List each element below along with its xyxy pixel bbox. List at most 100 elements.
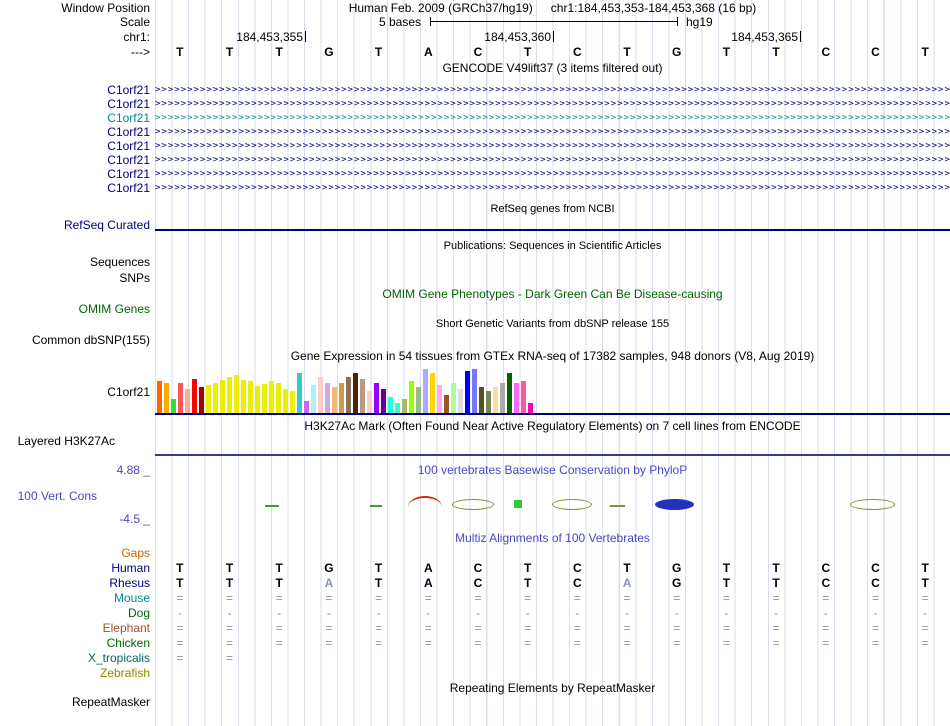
gtex-expression-bar bbox=[507, 373, 512, 413]
h3k27ac-track-label[interactable]: Layered H3K27Ac bbox=[0, 434, 115, 448]
species-label[interactable]: Zebrafish bbox=[0, 666, 150, 680]
alignment-cell: = bbox=[822, 591, 830, 605]
conservation-mark bbox=[514, 500, 522, 508]
snps-track-label[interactable]: SNPs bbox=[0, 271, 150, 285]
species-label[interactable]: Rhesus bbox=[0, 576, 150, 590]
gene-arrow-line[interactable]: >>>>>>>>>>>>>>>>>>>>>>>>>>>>>>>>>>>>>>>>… bbox=[155, 183, 950, 193]
phylop-track-label[interactable]: 100 Vert. Cons bbox=[0, 489, 97, 503]
alignment-cell: = bbox=[921, 621, 929, 635]
omim-track-title[interactable]: OMIM Gene Phenotypes - Dark Green Can Be… bbox=[155, 287, 950, 301]
refseq-track-title[interactable]: RefSeq genes from NCBI bbox=[155, 203, 950, 215]
gene-label[interactable]: C1orf21 bbox=[0, 125, 150, 139]
alignment-cell: - bbox=[823, 606, 828, 620]
alignment-cell: A bbox=[622, 576, 632, 590]
alignment-cell: = bbox=[822, 621, 830, 635]
species-label[interactable]: X_tropicalis bbox=[0, 651, 150, 665]
h3k27ac-signal-line[interactable] bbox=[155, 454, 950, 456]
species-label[interactable]: Chicken bbox=[0, 636, 150, 650]
alignment-cell: = bbox=[573, 621, 581, 635]
gtex-expression-bar bbox=[332, 387, 337, 413]
alignment-cell: = bbox=[871, 621, 879, 635]
gtex-expression-bar bbox=[276, 383, 281, 413]
dbsnp-track-label[interactable]: Common dbSNP(155) bbox=[0, 333, 150, 347]
gene-arrow-line[interactable]: >>>>>>>>>>>>>>>>>>>>>>>>>>>>>>>>>>>>>>>>… bbox=[155, 127, 950, 137]
gtex-expression-bar bbox=[283, 389, 288, 413]
sequences-track-label[interactable]: Sequences bbox=[0, 255, 150, 269]
gtex-expression-bar bbox=[472, 369, 477, 413]
gtex-expression-bar bbox=[241, 380, 246, 413]
alignment-cell: - bbox=[177, 606, 182, 620]
alignment-cell: = bbox=[871, 636, 879, 650]
alignment-cell: = bbox=[176, 621, 184, 635]
alignment-cell: = bbox=[623, 591, 631, 605]
gtex-track-title[interactable]: Gene Expression in 54 tissues from GTEx … bbox=[155, 349, 950, 363]
alignment-cell: = bbox=[673, 591, 681, 605]
gtex-expression-bar bbox=[234, 375, 239, 413]
alignment-cell: = bbox=[871, 591, 879, 605]
alignment-cell: C bbox=[473, 561, 483, 575]
publications-track-title[interactable]: Publications: Sequences in Scientific Ar… bbox=[155, 240, 950, 252]
coordinate-tick bbox=[553, 31, 554, 42]
gene-label[interactable]: C1orf21 bbox=[0, 97, 150, 111]
gene-arrow-line[interactable]: >>>>>>>>>>>>>>>>>>>>>>>>>>>>>>>>>>>>>>>>… bbox=[155, 113, 950, 123]
gtex-expression-bar bbox=[262, 384, 267, 413]
alignment-cell: = bbox=[772, 636, 780, 650]
species-label[interactable]: Mouse bbox=[0, 591, 150, 605]
alignment-cell: = bbox=[722, 621, 730, 635]
gene-label[interactable]: C1orf21 bbox=[0, 83, 150, 97]
alignment-cell: = bbox=[424, 591, 432, 605]
dbsnp-track-title[interactable]: Short Genetic Variants from dbSNP releas… bbox=[155, 318, 950, 330]
alignment-cell: = bbox=[524, 621, 532, 635]
chrom-label: chr1: bbox=[123, 30, 150, 44]
species-label[interactable]: Elephant bbox=[0, 621, 150, 635]
base-letter: A bbox=[423, 45, 433, 59]
gene-arrow-line[interactable]: >>>>>>>>>>>>>>>>>>>>>>>>>>>>>>>>>>>>>>>>… bbox=[155, 141, 950, 151]
h3k27ac-track-title[interactable]: H3K27Ac Mark (Often Found Near Active Re… bbox=[155, 419, 950, 433]
gtex-expression-bar bbox=[416, 387, 421, 413]
refseq-curated-label[interactable]: RefSeq Curated bbox=[0, 218, 150, 232]
gene-label[interactable]: C1orf21 bbox=[0, 153, 150, 167]
base-letter: T bbox=[722, 45, 731, 59]
gtex-expression-bar bbox=[458, 389, 463, 413]
alignment-cell: = bbox=[921, 636, 929, 650]
species-label[interactable]: Gaps bbox=[0, 546, 150, 560]
gtex-expression-bar bbox=[360, 379, 365, 413]
alignment-cell: = bbox=[424, 636, 432, 650]
species-label[interactable]: Human bbox=[0, 561, 150, 575]
gene-label[interactable]: C1orf21 bbox=[0, 181, 150, 195]
gene-label[interactable]: C1orf21 bbox=[0, 139, 150, 153]
gene-label[interactable]: C1orf21 bbox=[0, 111, 150, 125]
gtex-expression-bar bbox=[493, 387, 498, 413]
phylop-track-title[interactable]: 100 vertebrates Basewise Conservation by… bbox=[155, 463, 950, 477]
gtex-expression-bar bbox=[395, 403, 400, 413]
gene-arrow-line[interactable]: >>>>>>>>>>>>>>>>>>>>>>>>>>>>>>>>>>>>>>>>… bbox=[155, 99, 950, 109]
gtex-expression-bar bbox=[451, 383, 456, 413]
gencode-track-title[interactable]: GENCODE V49lift37 (3 items filtered out) bbox=[155, 61, 950, 75]
gtex-expression-bar bbox=[220, 380, 225, 413]
alignment-cell: = bbox=[375, 636, 383, 650]
alignment-cell: T bbox=[772, 576, 780, 590]
alignment-cell: = bbox=[623, 621, 631, 635]
alignment-cell: = bbox=[722, 636, 730, 650]
gene-label[interactable]: C1orf21 bbox=[0, 167, 150, 181]
gene-arrow-line[interactable]: >>>>>>>>>>>>>>>>>>>>>>>>>>>>>>>>>>>>>>>>… bbox=[155, 85, 950, 95]
gene-arrow-line[interactable]: >>>>>>>>>>>>>>>>>>>>>>>>>>>>>>>>>>>>>>>>… bbox=[155, 155, 950, 165]
alignment-cell: T bbox=[921, 576, 929, 590]
refseq-curated-feature[interactable] bbox=[155, 229, 950, 231]
alignment-cell: T bbox=[374, 576, 383, 590]
repeatmasker-track-label[interactable]: RepeatMasker bbox=[0, 695, 150, 709]
alignment-cell: C bbox=[871, 561, 880, 575]
base-letter: C bbox=[871, 45, 880, 59]
base-letter: G bbox=[672, 45, 682, 59]
gene-arrow-line[interactable]: >>>>>>>>>>>>>>>>>>>>>>>>>>>>>>>>>>>>>>>>… bbox=[155, 169, 950, 179]
repeatmasker-track-title[interactable]: Repeating Elements by RepeatMasker bbox=[155, 681, 950, 695]
alignment-cell: C bbox=[821, 576, 831, 590]
gtex-expression-bar bbox=[437, 385, 442, 413]
species-label[interactable]: Dog bbox=[0, 606, 150, 620]
omim-genes-label[interactable]: OMIM Genes bbox=[0, 302, 150, 316]
alignment-cell: - bbox=[326, 606, 331, 620]
gtex-gene-label[interactable]: C1orf21 bbox=[0, 385, 150, 399]
base-letter: T bbox=[623, 45, 631, 59]
conservation-mark bbox=[850, 499, 895, 510]
multiz-track-title[interactable]: Multiz Alignments of 100 Vertebrates bbox=[155, 531, 950, 545]
